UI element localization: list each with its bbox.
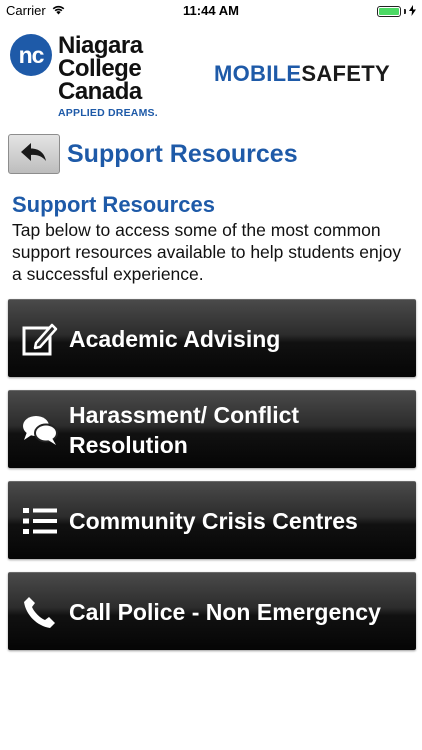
battery-icon xyxy=(377,6,401,17)
college-name-line: College xyxy=(58,55,142,82)
community-crisis-centres-button[interactable]: Community Crisis Centres xyxy=(8,481,416,559)
college-name: Niagara College Canada xyxy=(58,32,143,105)
section-heading: Support Resources xyxy=(12,192,215,217)
college-logo-mark: nc xyxy=(10,34,52,76)
battery-tip xyxy=(404,9,406,14)
chat-bubbles-icon xyxy=(20,410,60,450)
resource-label: Call Police - Non Emergency xyxy=(69,598,381,625)
resource-label: Academic Advising xyxy=(69,325,281,352)
college-name-line: Niagara xyxy=(58,32,143,59)
page-title: Support Resources xyxy=(67,140,298,168)
list-icon xyxy=(20,501,60,541)
app-logo-part2: SAFETY xyxy=(301,61,390,86)
phone-icon xyxy=(20,592,60,632)
resource-label: Harassment/ Conflict Resolution xyxy=(69,401,300,458)
charging-bolt-icon xyxy=(409,4,416,19)
resource-label: Community Crisis Centres xyxy=(69,507,358,534)
call-police-non-emergency-button[interactable]: Call Police - Non Emergency xyxy=(8,572,416,650)
section-intro: Tap below to access some of the most com… xyxy=(12,220,402,284)
college-tagline: APPLIED DREAMS. xyxy=(58,107,158,119)
resource-list: Academic Advising Harassment/ Conflict R… xyxy=(8,299,416,663)
back-button[interactable] xyxy=(8,134,60,174)
back-arrow-icon xyxy=(20,141,48,168)
college-logo: nc Niagara College Canada APPLIED DREAMS… xyxy=(8,32,158,122)
app-logo: MOBILESAFETY xyxy=(214,61,390,87)
college-name-line: Canada xyxy=(58,78,142,105)
academic-advising-button[interactable]: Academic Advising xyxy=(8,299,416,377)
status-bar: Carrier 11:44 AM xyxy=(0,0,422,22)
status-time: 11:44 AM xyxy=(183,3,239,18)
edit-icon xyxy=(20,319,60,359)
app-logo-part1: MOBILE xyxy=(214,61,302,86)
harassment-conflict-resolution-button[interactable]: Harassment/ Conflict Resolution xyxy=(8,390,416,468)
status-right xyxy=(377,4,416,19)
